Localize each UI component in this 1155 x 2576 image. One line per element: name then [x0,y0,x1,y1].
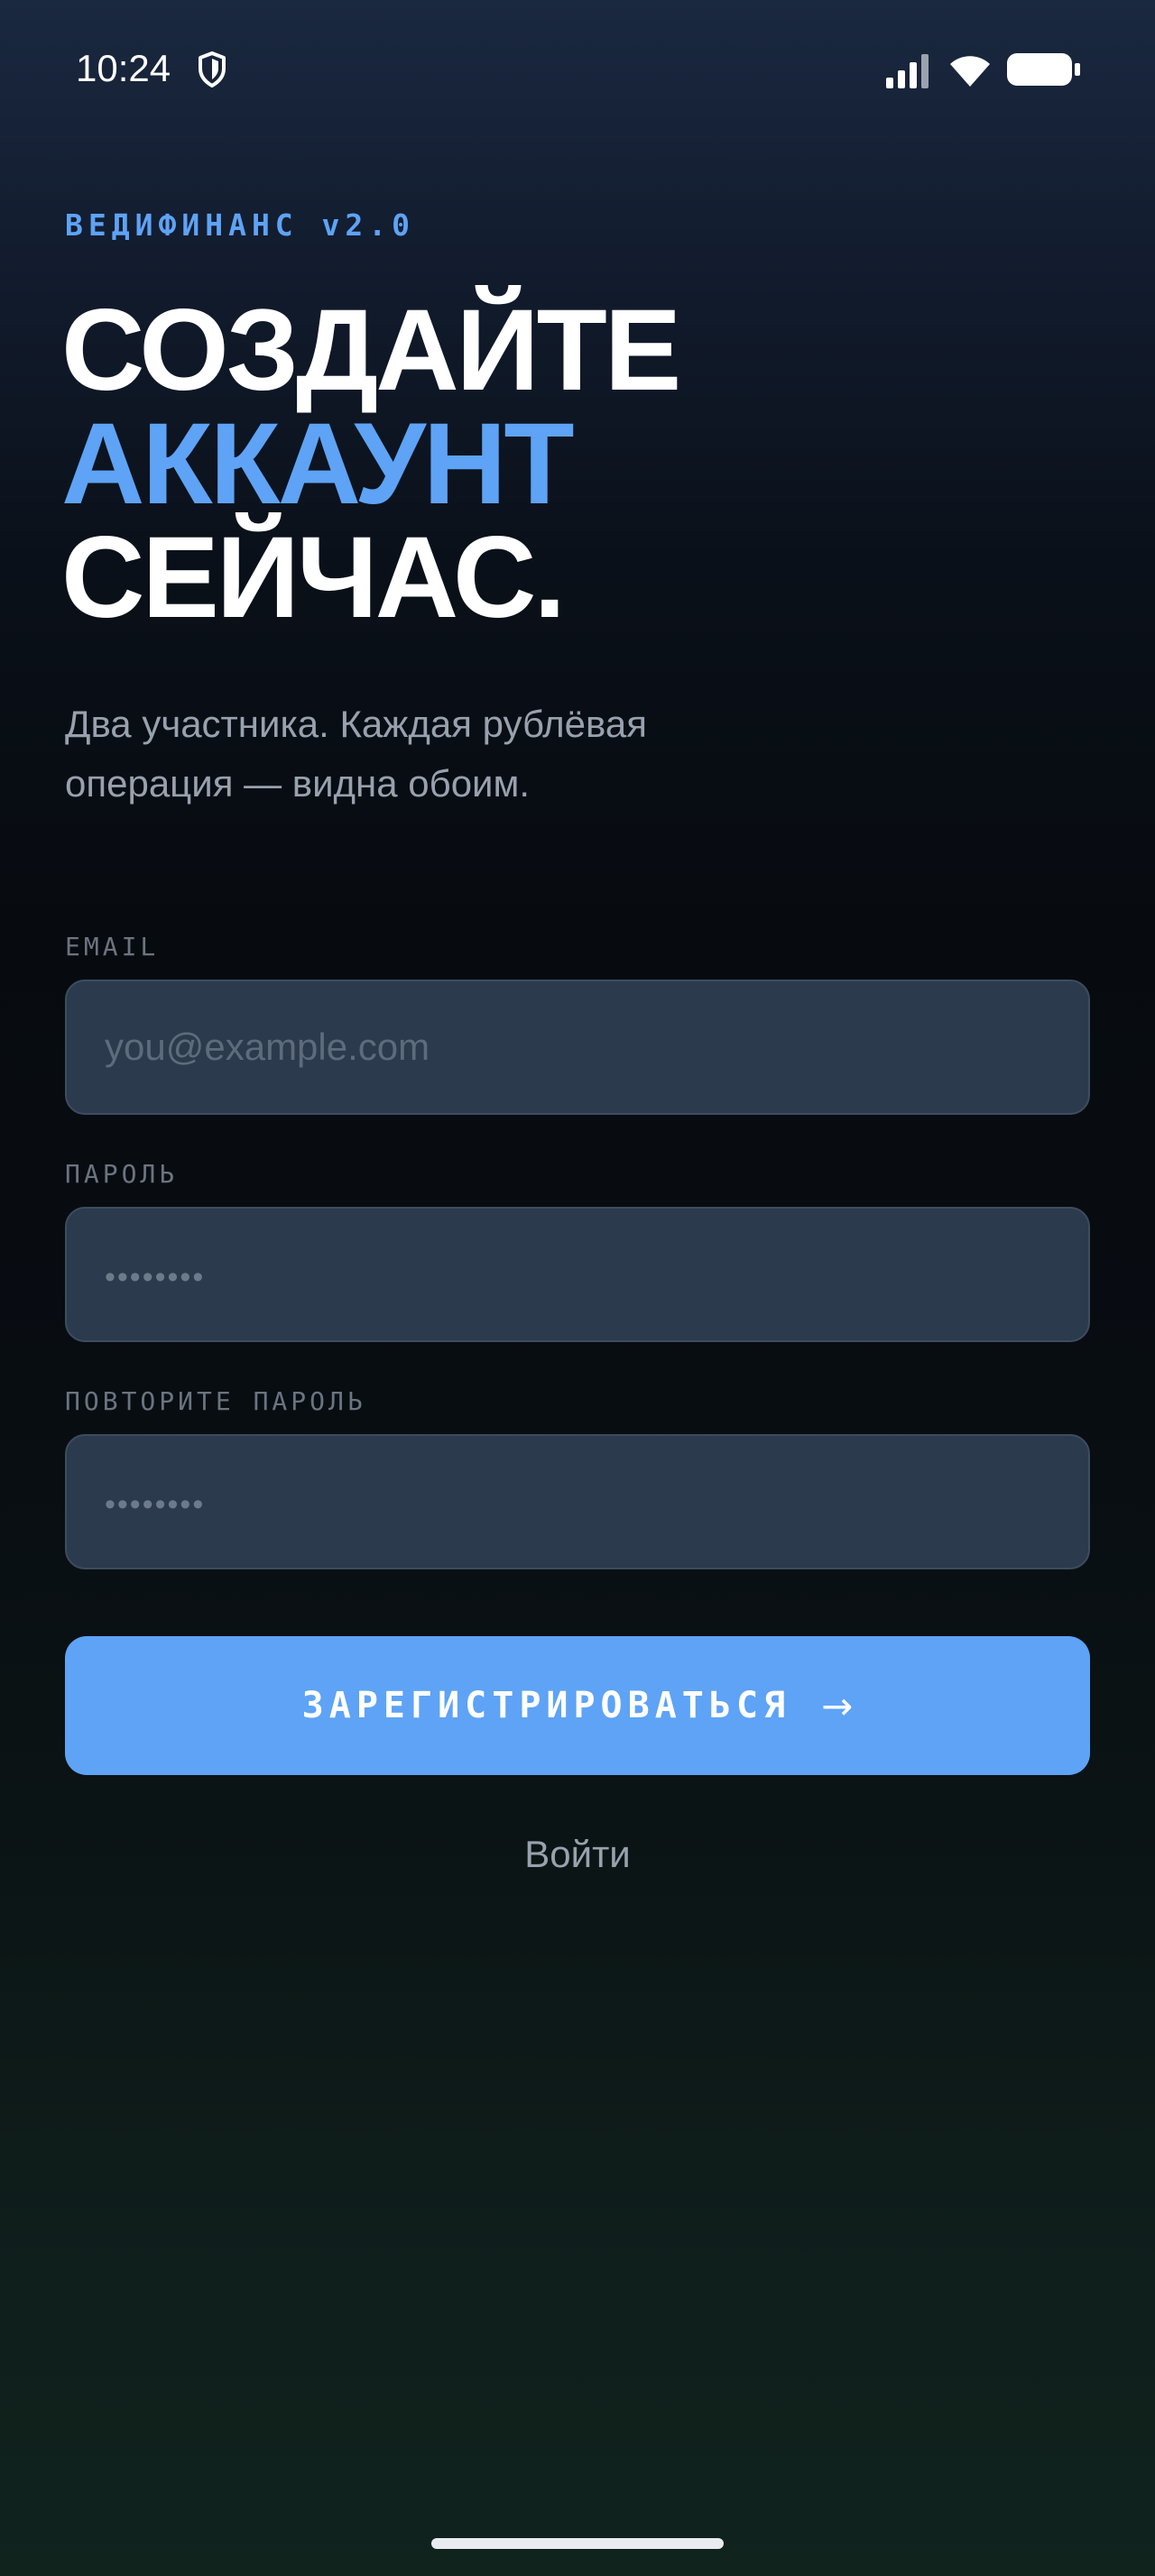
password-label: ПАРОЛЬ [65,1159,179,1189]
page-title: СОЗДАЙТЕ АККАУНТ СЕЙЧАС. [61,286,681,642]
brand-label: ВЕДИФИНАНС v2.0 [65,207,416,243]
signal-icon [886,54,929,88]
title-line-3: СЕЙЧАС. [61,513,566,642]
subtitle-line-1: Два участника. Каждая рублёвая [65,703,647,745]
password-repeat-field[interactable] [65,1434,1090,1569]
email-field[interactable] [65,980,1090,1115]
shield-icon [199,51,226,87]
password-repeat-label: ПОВТОРИТЕ ПАРОЛЬ [65,1386,366,1416]
subtitle-line-2: операция — видна обоим. [65,762,531,805]
email-label: EMAIL [65,932,160,961]
status-time: 10:24 [76,47,171,89]
battery-icon [1007,53,1080,86]
status-bar: 10:24 [0,0,1155,135]
register-button[interactable]: ЗАРЕГИСТРИРОВАТЬСЯ → [65,1636,1090,1775]
wifi-icon [950,56,990,87]
home-indicator[interactable] [431,2538,724,2549]
login-link[interactable]: Войти [0,1827,1155,1881]
password-field[interactable] [65,1207,1090,1342]
register-button-label: ЗАРЕГИСТРИРОВАТЬСЯ [301,1685,791,1726]
subtitle: Два участника. Каждая рублёвая операция … [65,695,751,814]
title-line-1: СОЗДАЙТЕ [61,286,681,415]
arrow-right-icon: → [821,1683,854,1728]
title-line-2-accent: АККАУНТ [61,400,575,529]
